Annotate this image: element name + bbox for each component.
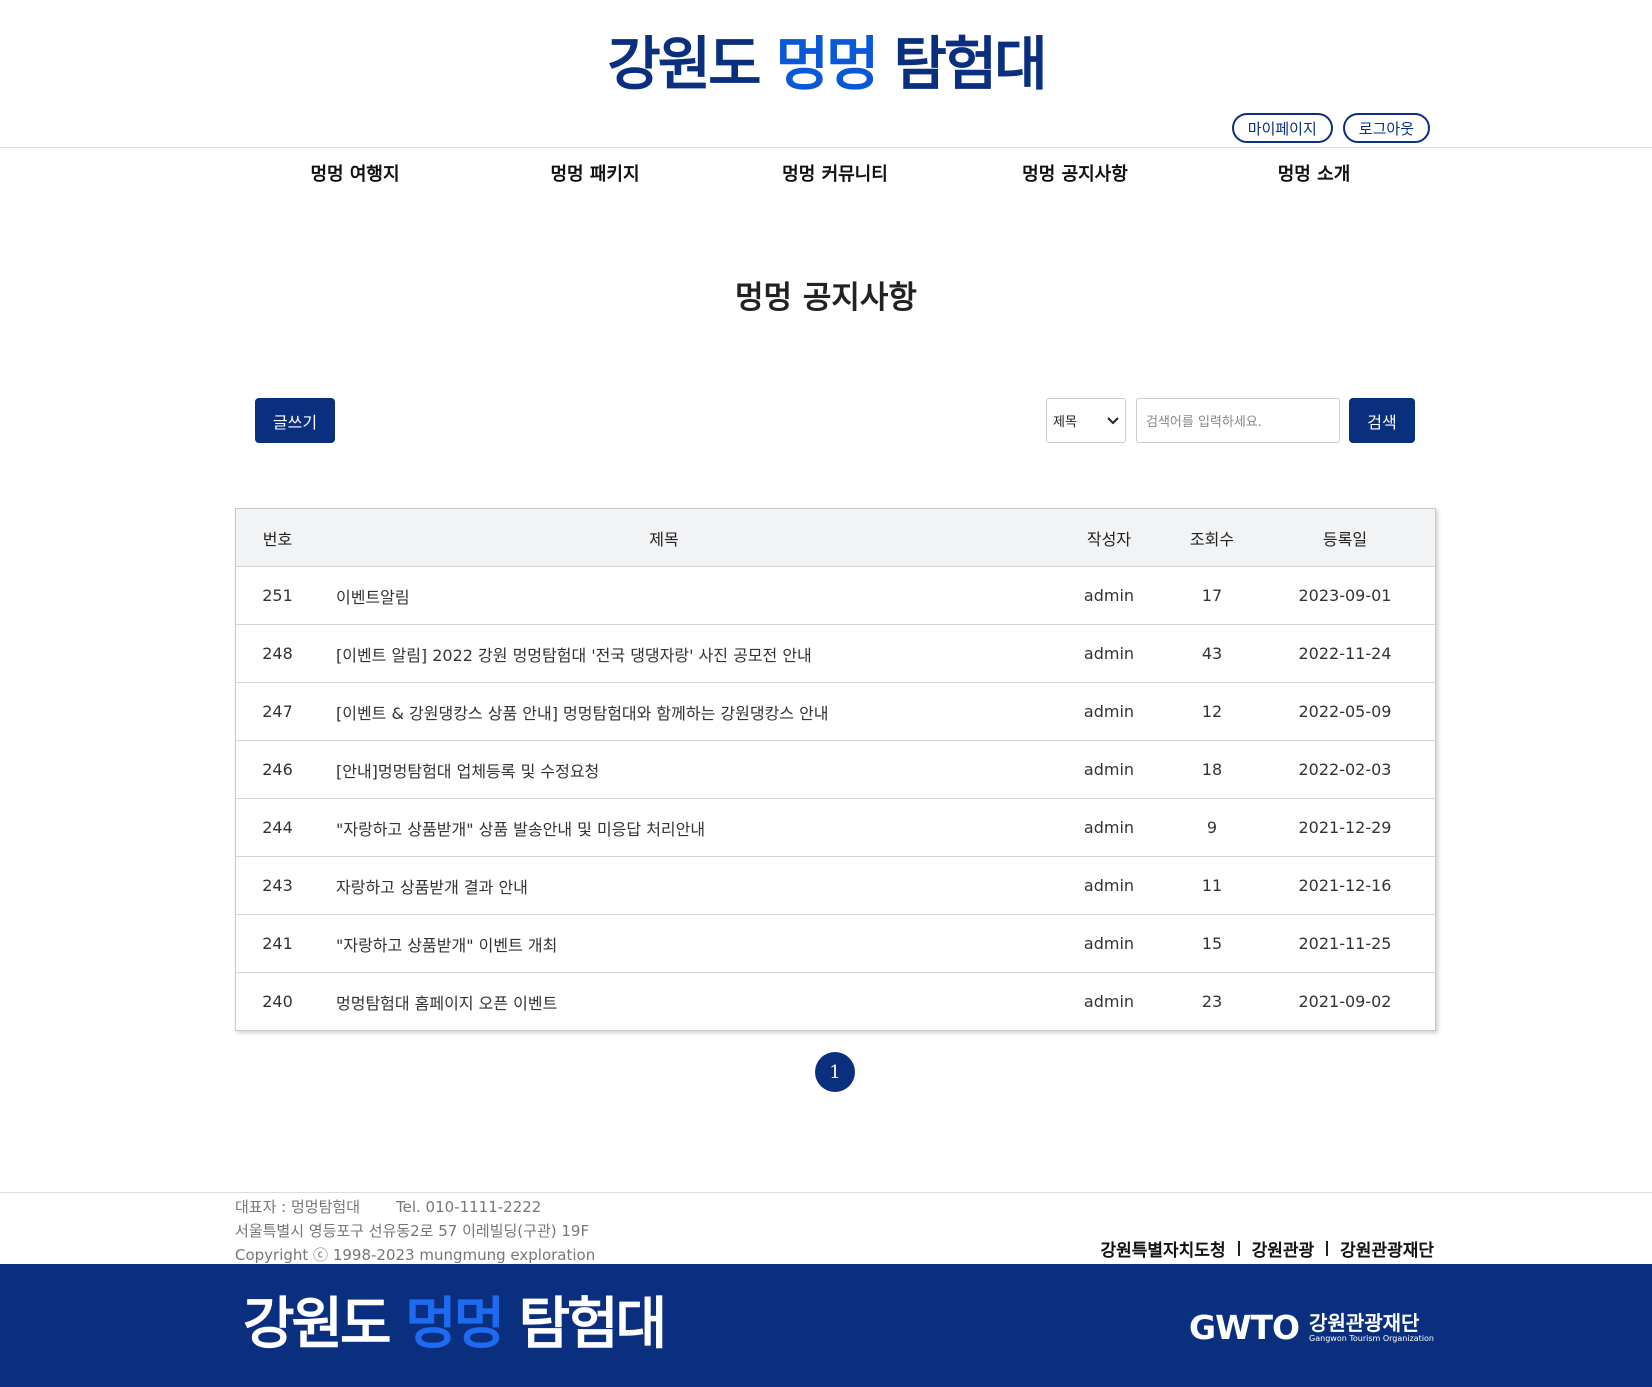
cell-date: 2021-09-02	[1298, 992, 1392, 1011]
cell-writer: admin	[1083, 876, 1135, 895]
search-input[interactable]: 검색어를 입력하세요.	[1136, 398, 1340, 443]
column-header-views: 조회수	[1189, 529, 1235, 549]
footer-link-foundation[interactable]: 강원관광재단	[1340, 1236, 1434, 1261]
nav-item-community[interactable]: 멍멍 커뮤니티	[782, 160, 888, 186]
cell-views: 43	[1201, 644, 1223, 663]
cell-views: 12	[1201, 702, 1223, 721]
footer-logo-text-2: 멍멍	[405, 1292, 505, 1357]
cell-writer: admin	[1083, 934, 1135, 953]
cell-date: 2021-12-16	[1298, 876, 1392, 895]
nav-item-packages[interactable]: 멍멍 패키지	[550, 160, 639, 186]
cell-date: 2021-12-29	[1298, 818, 1392, 837]
logo-text-1: 강원도	[607, 30, 776, 98]
gwto-mark: GWTO	[1188, 1308, 1300, 1347]
column-header-title: 제목	[649, 529, 679, 549]
cell-date: 2022-02-03	[1298, 760, 1392, 779]
cell-views: 11	[1201, 876, 1223, 895]
cell-title-link[interactable]: 멍멍탐험대 홈페이지 오픈 이벤트	[319, 990, 1049, 1014]
footer-logo-text-3: 탐험대	[502, 1292, 668, 1357]
table-row[interactable]: 243 자랑하고 상품받개 결과 안내 admin 11 2021-12-16	[236, 856, 1435, 914]
cell-views: 15	[1201, 934, 1223, 953]
cell-title-link[interactable]: [이벤트 & 강원댕캉스 상품 안내] 멍멍탐험대와 함께하는 강원댕캉스 안내	[319, 700, 1049, 724]
cell-date: 2021-11-25	[1298, 934, 1392, 953]
page-title: 멍멍 공지사항	[735, 280, 917, 316]
cell-no: 240	[262, 992, 293, 1011]
footer-contact-line: 대표자 : 멍멍탐험대 Tel. 010-1111-2222	[235, 1195, 595, 1219]
nav-item-about[interactable]: 멍멍 소개	[1278, 160, 1351, 186]
logo-text-3: 탐험대	[876, 30, 1048, 98]
footer-link-tourism[interactable]: 강원관광	[1252, 1236, 1315, 1261]
table-row[interactable]: 241 "자랑하고 상품받개" 이벤트 개최 admin 15 2021-11-…	[236, 914, 1435, 972]
cell-date: 2023-09-01	[1298, 586, 1392, 605]
mypage-button[interactable]: 마이페이지	[1231, 113, 1333, 143]
cell-no: 251	[262, 586, 293, 605]
table-row[interactable]: 251 이벤트알림 admin 17 2023-09-01	[236, 566, 1435, 624]
logout-button[interactable]: 로그아웃	[1342, 113, 1430, 143]
cell-no: 243	[262, 876, 293, 895]
cell-writer: admin	[1083, 992, 1135, 1011]
cell-title-link[interactable]: [안내]멍멍탐험대 업체등록 및 수정요청	[319, 758, 1049, 782]
footer-info: 대표자 : 멍멍탐험대 Tel. 010-1111-2222 서울특별시 영등포구…	[235, 1195, 595, 1267]
nav-item-notices[interactable]: 멍멍 공지사항	[1022, 160, 1128, 186]
table-row[interactable]: 240 멍멍탐험대 홈페이지 오픈 이벤트 admin 23 2021-09-0…	[236, 972, 1435, 1030]
footer-logo: 강원도 멍멍 탐험대	[243, 1290, 668, 1360]
chevron-down-icon	[1107, 416, 1119, 424]
notice-table: 번호 제목 작성자 조회수 등록일 251 이벤트알림 admin 17 202…	[235, 508, 1436, 1031]
footer-link-province[interactable]: 강원특별자치도청	[1100, 1236, 1225, 1261]
footer-link-separator	[1326, 1241, 1329, 1256]
cell-no: 248	[262, 644, 293, 663]
nav-divider	[0, 147, 1652, 148]
cell-views: 23	[1201, 992, 1223, 1011]
nav-item-destinations[interactable]: 멍멍 여행지	[310, 160, 399, 186]
auth-links: 마이페이지 로그아웃	[1231, 113, 1430, 143]
gwto-kr: 강원관광재단	[1309, 1310, 1420, 1335]
cell-writer: admin	[1083, 644, 1135, 663]
footer-tel: Tel. 010-1111-2222	[396, 1198, 542, 1216]
site-logo[interactable]: 강원도 멍멍 탐험대	[0, 26, 1652, 102]
footer-link-separator	[1237, 1241, 1240, 1256]
cell-title-link[interactable]: "자랑하고 상품받개" 이벤트 개최	[319, 932, 1049, 956]
gwto-logo[interactable]: GWTO 강원관광재단 Gangwon Tourism Organization	[1189, 1308, 1434, 1347]
table-row[interactable]: 246 [안내]멍멍탐험대 업체등록 및 수정요청 admin 18 2022-…	[236, 740, 1435, 798]
cell-views: 18	[1201, 760, 1223, 779]
column-header-date: 등록일	[1322, 529, 1368, 549]
footer-representative: 대표자 : 멍멍탐험대	[235, 1198, 360, 1216]
search-field-select[interactable]: 제목	[1046, 398, 1126, 443]
cell-no: 244	[262, 818, 293, 837]
gwto-wordmark: 강원관광재단 Gangwon Tourism Organization	[1309, 1312, 1434, 1344]
write-button[interactable]: 글쓰기	[255, 398, 335, 443]
cell-views: 9	[1206, 818, 1218, 837]
footer-divider	[0, 1192, 1652, 1193]
footer-logo-text-1: 강원도	[243, 1292, 406, 1357]
page-button-current[interactable]: 1	[815, 1052, 855, 1092]
cell-no: 247	[262, 702, 293, 721]
table-row[interactable]: 244 "자랑하고 상품받개" 상품 발송안내 및 미응답 처리안내 admin…	[236, 798, 1435, 856]
column-header-no: 번호	[262, 529, 293, 549]
footer-links: 강원특별자치도청 강원관광 강원관광재단	[1100, 1236, 1434, 1261]
cell-title-link[interactable]: 자랑하고 상품받개 결과 안내	[319, 874, 1049, 898]
table-header-row: 번호 제목 작성자 조회수 등록일	[236, 509, 1435, 566]
cell-title-link[interactable]: [이벤트 알림] 2022 강원 멍멍탐험대 '전국 댕댕자랑' 사진 공모전 …	[319, 642, 1049, 666]
cell-date: 2022-11-24	[1298, 644, 1392, 663]
cell-views: 17	[1201, 586, 1223, 605]
table-row[interactable]: 247 [이벤트 & 강원댕캉스 상품 안내] 멍멍탐험대와 함께하는 강원댕캉…	[236, 682, 1435, 740]
cell-writer: admin	[1083, 818, 1135, 837]
cell-no: 246	[262, 760, 293, 779]
cell-writer: admin	[1083, 702, 1135, 721]
cell-title-link[interactable]: "자랑하고 상품받개" 상품 발송안내 및 미응답 처리안내	[319, 816, 1049, 840]
table-row[interactable]: 248 [이벤트 알림] 2022 강원 멍멍탐험대 '전국 댕댕자랑' 사진 …	[236, 624, 1435, 682]
search-button[interactable]: 검색	[1349, 398, 1415, 443]
cell-date: 2022-05-09	[1298, 702, 1392, 721]
search-field-value: 제목	[1053, 415, 1077, 430]
cell-no: 241	[262, 934, 293, 953]
gwto-en: Gangwon Tourism Organization	[1309, 1333, 1434, 1343]
logo-text-2: 멍멍	[775, 30, 880, 98]
footer-address: 서울특별시 영등포구 선유동2로 57 이레빌딩(구관) 19F	[235, 1222, 590, 1240]
cell-title-link[interactable]: 이벤트알림	[319, 584, 1049, 608]
cell-writer: admin	[1083, 586, 1135, 605]
cell-writer: admin	[1083, 760, 1135, 779]
main-nav: 멍멍 여행지 멍멍 패키지 멍멍 커뮤니티 멍멍 공지사항 멍멍 소개	[0, 160, 1652, 194]
column-header-writer: 작성자	[1086, 529, 1132, 549]
